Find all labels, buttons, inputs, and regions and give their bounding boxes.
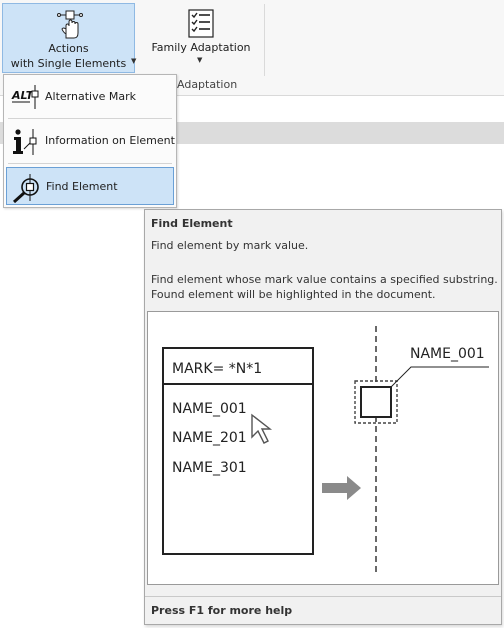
family-adaptation-button[interactable]: Family Adaptation ▼ xyxy=(146,3,256,73)
actions-dropdown-menu: ALT Alternative Mark Information on Elem… xyxy=(3,74,177,208)
hand-icon xyxy=(55,9,85,43)
ribbon-group-label: Adaptation xyxy=(177,78,238,91)
family-adaptation-label: Family Adaptation xyxy=(151,41,251,54)
ribbon-separator xyxy=(264,4,265,76)
menu-divider xyxy=(8,163,172,164)
callout-leader-line xyxy=(390,366,489,388)
menu-divider xyxy=(8,118,172,119)
tooltip-summary: Find element by mark value. xyxy=(151,239,309,252)
result-item: NAME_001 xyxy=(172,401,247,417)
menu-item-find-element[interactable]: Find Element xyxy=(6,167,174,205)
tooltip-illustration: MARK= *N*1 NAME_001 NAME_201 NAME_301 NA… xyxy=(147,311,499,585)
result-item: NAME_301 xyxy=(172,460,247,476)
illustration-canvas: MARK= *N*1 NAME_001 NAME_201 NAME_301 NA… xyxy=(162,326,489,574)
svg-text:ALT: ALT xyxy=(11,89,35,102)
menu-item-label: Find Element xyxy=(46,180,118,193)
actions-single-elements-button[interactable]: Actions with Single Elements ▼ xyxy=(2,3,137,73)
tooltip-help-text: Press F1 for more help xyxy=(151,604,293,617)
find-element-tooltip: Find Element Find element by mark value.… xyxy=(144,209,502,625)
callout-label: NAME_001 xyxy=(410,346,485,362)
menu-item-alternative-mark[interactable]: ALT Alternative Mark xyxy=(6,78,174,116)
chevron-down-icon: ▼ xyxy=(131,57,137,65)
tooltip-description-line2: Found element will be highlighted in the… xyxy=(151,288,436,301)
actions-button-label-line2: with Single Elements xyxy=(10,57,127,70)
alt-mark-icon: ALT xyxy=(10,83,40,115)
actions-button-label-line1: Actions xyxy=(48,42,89,55)
menu-item-label: Information on Element xyxy=(45,134,175,147)
menu-item-label: Alternative Mark xyxy=(45,90,136,103)
tooltip-title: Find Element xyxy=(151,217,233,230)
menu-item-information-on-element[interactable]: Information on Element xyxy=(6,122,175,161)
chevron-down-icon: ▼ xyxy=(197,56,203,64)
checklist-icon xyxy=(186,8,216,42)
results-list-box xyxy=(162,347,314,555)
found-element-box xyxy=(360,386,392,418)
info-element-icon xyxy=(10,127,40,161)
arrow-right-icon xyxy=(322,476,361,500)
result-item: NAME_201 xyxy=(172,430,247,446)
find-element-icon xyxy=(11,173,41,207)
tooltip-description-line1: Find element whose mark value contains a… xyxy=(151,273,498,286)
tooltip-divider xyxy=(145,596,501,597)
filter-text: MARK= *N*1 xyxy=(172,361,262,377)
